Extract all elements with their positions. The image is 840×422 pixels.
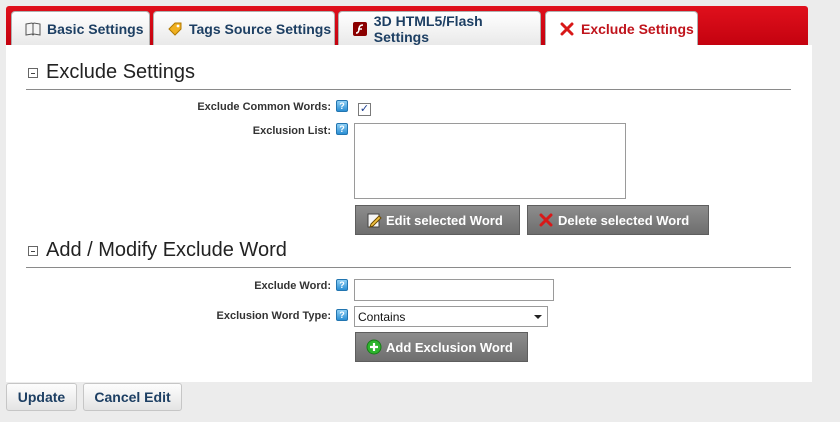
edit-selected-word-label: Edit selected Word [386, 212, 503, 228]
collapse-toggle-icon[interactable] [28, 67, 38, 78]
delete-selected-word-button[interactable]: Delete selected Word [527, 205, 709, 235]
exclusion-list-label: Exclusion List: [252, 125, 331, 137]
delete-selected-word-label: Delete selected Word [558, 212, 690, 228]
add-modify-header: Add / Modify Exclude Word [26, 234, 791, 268]
help-icon[interactable]: ? [336, 279, 348, 291]
exclude-common-words-label: Exclude Common Words: [197, 101, 331, 113]
edit-icon [366, 212, 382, 228]
delete-icon [538, 212, 554, 228]
section-title: Add / Modify Exclude Word [46, 239, 287, 261]
book-icon [24, 21, 42, 37]
settings-panel: Exclude Settings Exclude Common Words: ?… [6, 45, 812, 382]
tab-3d-html5-flash-settings[interactable]: 3D HTML5/Flash Settings [338, 11, 541, 45]
collapse-toggle-icon[interactable] [28, 245, 38, 256]
flash-icon [351, 21, 369, 37]
exclude-word-input[interactable] [354, 279, 554, 301]
tab-basic-settings[interactable]: Basic Settings [11, 11, 150, 45]
help-icon[interactable]: ? [336, 100, 348, 112]
tab-label: Basic Settings [47, 20, 144, 37]
tab-exclude-settings[interactable]: Exclude Settings [545, 11, 698, 46]
help-icon[interactable]: ? [336, 309, 348, 321]
tab-bar: Basic Settings Tags Source Settings 3D H… [6, 6, 808, 46]
update-button[interactable]: Update [6, 383, 77, 411]
section-title: Exclude Settings [46, 61, 195, 83]
tab-label: Exclude Settings [581, 21, 694, 37]
help-icon[interactable]: ? [336, 123, 348, 135]
exclude-word-label: Exclude Word: [254, 280, 331, 292]
exclusion-word-type-label: Exclusion Word Type: [216, 310, 332, 322]
exclusion-list[interactable] [354, 123, 626, 199]
tab-tags-source-settings[interactable]: Tags Source Settings [153, 11, 335, 45]
chevron-down-icon [534, 315, 542, 319]
update-label: Update [17, 389, 66, 405]
tag-icon [166, 21, 184, 37]
tab-label: Tags Source Settings [189, 20, 332, 37]
red-x-icon [558, 21, 576, 37]
exclude-common-words-checkbox[interactable]: ✓ [358, 103, 371, 116]
add-icon [366, 339, 382, 355]
exclusion-word-type-select[interactable]: Contains [354, 306, 548, 327]
add-exclusion-word-button[interactable]: Add Exclusion Word [355, 332, 528, 362]
select-value: Contains [358, 309, 406, 324]
add-exclusion-word-label: Add Exclusion Word [386, 339, 513, 355]
cancel-edit-label: Cancel Edit [94, 389, 171, 405]
tab-label: 3D HTML5/Flash Settings [373, 12, 483, 45]
cancel-edit-button[interactable]: Cancel Edit [83, 383, 182, 411]
exclude-settings-header: Exclude Settings [26, 56, 791, 90]
edit-selected-word-button[interactable]: Edit selected Word [355, 205, 520, 235]
